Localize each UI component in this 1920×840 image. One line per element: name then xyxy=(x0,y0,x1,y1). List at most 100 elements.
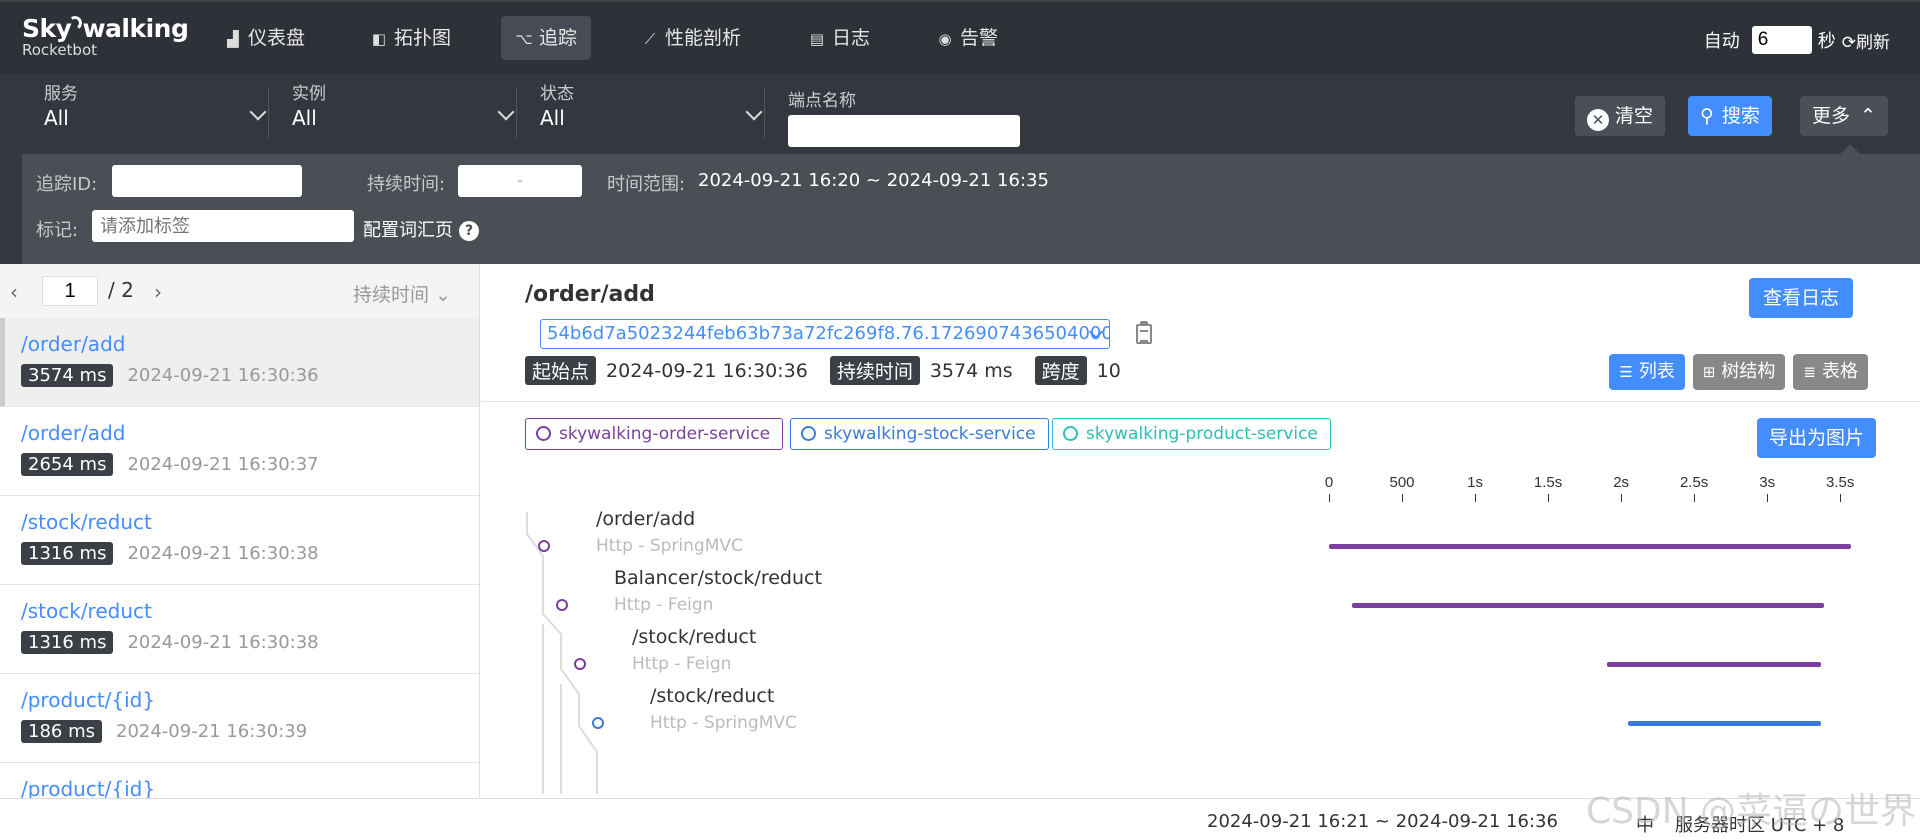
instance-select[interactable]: 实例 All xyxy=(292,84,515,140)
endpoint-label: 端点名称 xyxy=(788,91,856,111)
duration-range-input[interactable]: - xyxy=(458,165,582,197)
nav-dashboard[interactable]: ▟ 仪表盘 xyxy=(210,16,319,60)
axis-tick-label: 1.5s xyxy=(1533,474,1563,491)
span-node-icon[interactable] xyxy=(592,717,604,729)
more-button[interactable]: 更多 ⌃ xyxy=(1800,96,1888,136)
page-input[interactable] xyxy=(42,276,98,306)
refresh-label: 刷新 xyxy=(1856,32,1890,53)
span-duration-bar[interactable] xyxy=(1352,603,1825,608)
duration-value: 3574 ms xyxy=(929,359,1013,382)
span-component: Http - Feign xyxy=(614,595,714,615)
page-total: / 2 xyxy=(108,278,134,302)
search-button[interactable]: ⚲ 搜索 xyxy=(1688,96,1772,136)
axis-tick-label: 2.5s xyxy=(1679,474,1709,491)
trace-duration-badge: 3574 ms xyxy=(21,364,114,387)
nav-label: 拓扑图 xyxy=(394,27,452,49)
trace-id-select[interactable]: 54b6d7a5023244feb63b73a72fc269f8.76.1726… xyxy=(540,319,1110,349)
refresh-icon: ⟳ xyxy=(1841,32,1856,53)
nav-alarm[interactable]: ◉ 告警 xyxy=(922,16,1012,60)
trace-item[interactable]: /product/{id} 186 ms 2024-09-21 16:30:39 xyxy=(0,674,479,763)
time-range-value[interactable]: 2024-09-21 16:20 ~ 2024-09-21 16:35 xyxy=(698,170,1049,191)
trace-name: /order/add xyxy=(21,421,126,445)
time-range-label: 时间范围: xyxy=(607,174,686,195)
nav-trace[interactable]: ⌥ 追踪 xyxy=(501,16,592,60)
span-name[interactable]: Balancer/stock/reduct xyxy=(614,567,822,589)
status-label: 状态 xyxy=(540,84,574,104)
divider xyxy=(764,88,765,138)
refresh-interval-input[interactable] xyxy=(1751,26,1812,54)
view-logs-button[interactable]: 查看日志 xyxy=(1749,278,1854,318)
trace-name: /product/{id} xyxy=(21,777,156,798)
trace-duration-badge: 2654 ms xyxy=(21,453,114,476)
prev-page-icon[interactable]: ‹ xyxy=(10,280,18,304)
instance-value: All xyxy=(292,106,317,130)
tags-input[interactable] xyxy=(92,210,354,242)
nav-profile[interactable]: ⟋ 性能剖析 xyxy=(627,16,755,60)
span-tag: 跨度 xyxy=(1034,356,1087,385)
list-view-button[interactable]: ☰ 列表 xyxy=(1609,354,1685,390)
vocab-link[interactable]: 配置词汇页? xyxy=(363,216,479,242)
next-page-icon[interactable]: › xyxy=(154,280,162,304)
span-node-icon[interactable] xyxy=(556,599,568,611)
tree-line-path xyxy=(526,512,598,794)
tags-label: 标记: xyxy=(36,220,79,241)
axis-tick-label: 3s xyxy=(1759,474,1776,491)
trace-item[interactable]: /stock/reduct 1316 ms 2024-09-21 16:30:38 xyxy=(0,585,479,674)
span-node-icon[interactable] xyxy=(538,540,550,552)
sort-select[interactable]: 持续时间 ⌄ xyxy=(353,280,451,307)
span-duration-bar[interactable] xyxy=(1329,544,1851,549)
tree-icon: ⊞ xyxy=(1702,363,1716,381)
list-label: 列表 xyxy=(1638,361,1675,382)
span-node-icon[interactable] xyxy=(574,658,586,670)
refresh-button[interactable]: ⟳刷新 xyxy=(1842,28,1890,53)
axis-tick-mark xyxy=(1840,494,1842,502)
service-select[interactable]: 服务 All xyxy=(44,84,267,140)
service-legend-product[interactable]: skywalking-product-service xyxy=(1052,418,1331,450)
service-legend-stock[interactable]: skywalking-stock-service xyxy=(790,418,1049,450)
watermark: CSDN @菜逼の世界 xyxy=(1586,791,1917,832)
endpoint-filter: 端点名称 xyxy=(788,86,1020,147)
search-label: 搜索 xyxy=(1721,105,1760,127)
top-nav: Sky walking Rocketbot ▟ 仪表盘 ◧ 拓扑图 ⌥ 追踪 ⟋ 性能剖析… xyxy=(0,0,1920,74)
span-name[interactable]: /order/add xyxy=(596,508,695,530)
span-name[interactable]: /stock/reduct xyxy=(632,626,756,648)
nav-label: 追踪 xyxy=(539,27,578,49)
nav-topology[interactable]: ◧ 拓扑图 xyxy=(356,16,465,60)
nav-log[interactable]: ▤ 日志 xyxy=(794,16,884,60)
tree-view-button[interactable]: ⊞ 树结构 xyxy=(1692,354,1786,390)
footer-time-range[interactable]: 2024-09-21 16:21 ~ 2024-09-21 16:36 xyxy=(1207,811,1558,832)
divider xyxy=(516,88,517,138)
more-panel: 追踪ID: 持续时间: - 时间范围: 2024-09-21 16:20 ~ 2… xyxy=(22,144,1920,264)
trace-item[interactable]: /stock/reduct 1316 ms 2024-09-21 16:30:38 xyxy=(0,496,479,585)
trace-id-input[interactable] xyxy=(112,165,302,197)
span-duration-bar[interactable] xyxy=(1606,662,1822,667)
span-duration-bar[interactable] xyxy=(1628,721,1822,726)
trace-name: /order/add xyxy=(21,332,126,356)
help-icon[interactable]: ? xyxy=(459,221,479,241)
service-value: All xyxy=(44,106,69,130)
clipboard-icon[interactable] xyxy=(1136,321,1152,344)
skywalking-logo[interactable]: Sky walking Rocketbot xyxy=(22,14,189,58)
more-label: 更多 xyxy=(1812,105,1851,127)
service-legend-order[interactable]: skywalking-order-service xyxy=(525,418,784,450)
circle-icon xyxy=(1063,426,1078,441)
export-image-button[interactable]: 导出为图片 xyxy=(1757,418,1877,458)
span-name[interactable]: /stock/reduct xyxy=(650,685,774,707)
status-select[interactable]: 状态 All xyxy=(540,84,763,140)
trace-time: 2024-09-21 16:30:37 xyxy=(127,454,319,475)
trace-item[interactable]: /order/add 2654 ms 2024-09-21 16:30:37 xyxy=(0,407,479,496)
trace-item[interactable]: /product/{id} xyxy=(0,763,479,798)
endpoint-input[interactable] xyxy=(788,115,1020,147)
table-view-button[interactable]: ≣ 表格 xyxy=(1793,354,1868,390)
close-circle-icon: ✕ xyxy=(1587,109,1609,131)
table-icon: ≣ xyxy=(1803,363,1816,381)
clear-button[interactable]: ✕ 清空 xyxy=(1575,96,1666,136)
span-value: 10 xyxy=(1096,359,1121,382)
trace-item[interactable]: /order/add 3574 ms 2024-09-21 16:30:36 xyxy=(0,318,479,407)
search-icon: ⚲ xyxy=(1700,105,1714,127)
trace-time: 2024-09-21 16:30:38 xyxy=(127,632,319,653)
trace-name: /stock/reduct xyxy=(21,510,152,534)
trace-meta: 起始点 2024-09-21 16:30:36 持续时间 3574 ms 跨度 … xyxy=(525,356,1121,385)
axis-tick-mark xyxy=(1475,494,1477,502)
axis-tick-label: 500 xyxy=(1389,474,1415,491)
